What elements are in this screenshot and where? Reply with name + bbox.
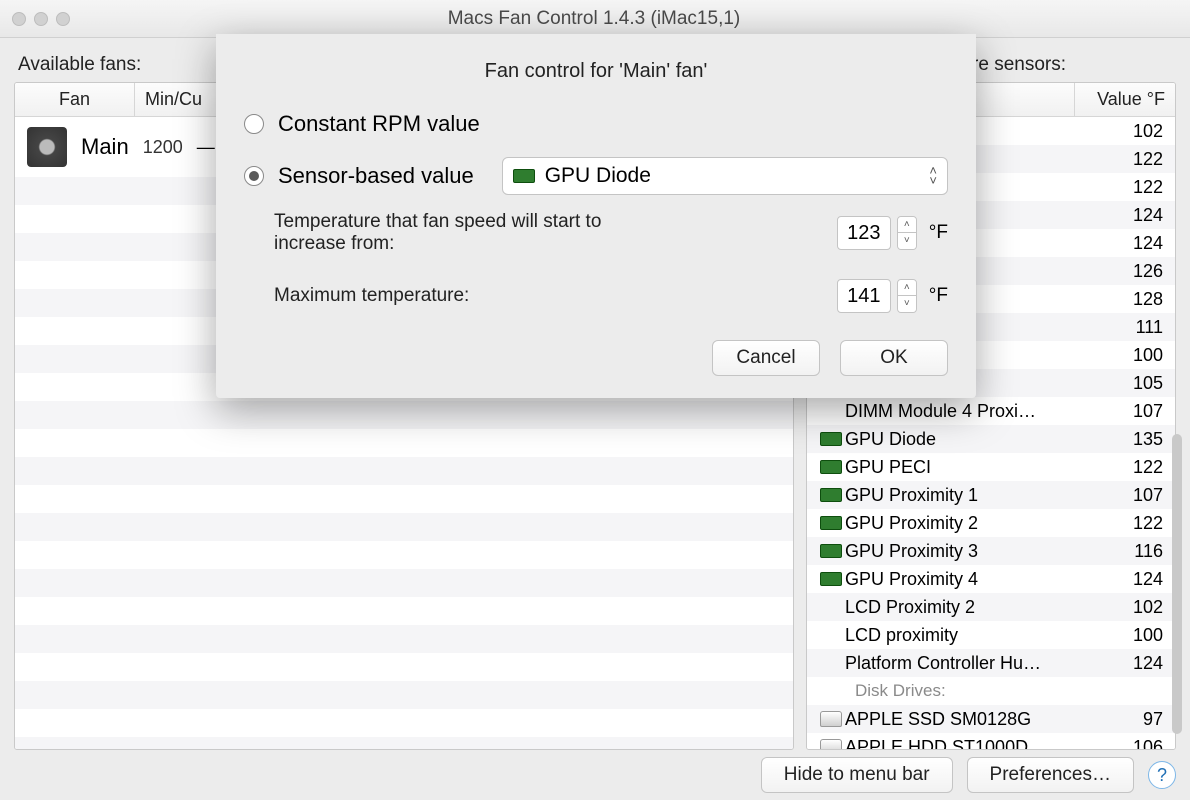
sensor-value: 105 xyxy=(1095,373,1165,394)
sensor-name: GPU Diode xyxy=(845,429,1095,450)
sensor-row[interactable]: DIMM Module 4 Proxi…107 xyxy=(807,397,1175,425)
sensor-name: APPLE HDD ST1000D xyxy=(845,737,1095,750)
start-temp-stepper[interactable]: ˄ ˅ xyxy=(897,216,917,250)
ok-button[interactable]: OK xyxy=(840,340,948,376)
fan-min-rpm: 1200 xyxy=(143,137,183,158)
sensor-value: 107 xyxy=(1095,401,1165,422)
sensor-value: 135 xyxy=(1095,429,1165,450)
sensor-row[interactable]: APPLE SSD SM0128G97 xyxy=(807,705,1175,733)
cancel-button[interactable]: Cancel xyxy=(712,340,820,376)
unit-label: °F xyxy=(929,222,948,244)
window-controls xyxy=(12,12,70,26)
minimize-window-icon[interactable] xyxy=(34,12,48,26)
window-title: Macs Fan Control 1.4.3 (iMac15,1) xyxy=(70,8,1118,30)
bottom-bar: Hide to menu bar Preferences… ? xyxy=(0,750,1190,800)
sensor-value: 107 xyxy=(1095,485,1165,506)
sensors-scrollbar[interactable] xyxy=(1170,434,1184,764)
start-temp-input[interactable] xyxy=(837,216,891,250)
sheet-title: Fan control for 'Main' fan' xyxy=(244,60,948,83)
sensor-row[interactable]: GPU Diode135 xyxy=(807,425,1175,453)
sensor-value: 126 xyxy=(1095,261,1165,282)
fan-column-header[interactable]: Fan xyxy=(15,83,135,116)
fan-icon xyxy=(27,127,67,167)
sensor-row[interactable]: GPU Proximity 3116 xyxy=(807,537,1175,565)
sensor-name: GPU Proximity 2 xyxy=(845,513,1095,534)
max-temp-input[interactable] xyxy=(837,279,891,313)
sensor-value: 124 xyxy=(1095,233,1165,254)
gpu-chip-icon xyxy=(820,488,842,502)
sensor-row[interactable]: LCD Proximity 2102 xyxy=(807,593,1175,621)
sensor-row[interactable]: GPU Proximity 4124 xyxy=(807,565,1175,593)
max-temp-stepper[interactable]: ˄ ˅ xyxy=(897,279,917,313)
sensor-name: LCD proximity xyxy=(845,625,1095,646)
fan-control-sheet: Fan control for 'Main' fan' Constant RPM… xyxy=(216,34,976,398)
titlebar: Macs Fan Control 1.4.3 (iMac15,1) xyxy=(0,0,1190,38)
sensor-name: GPU Proximity 3 xyxy=(845,541,1095,562)
fan-name: Main xyxy=(81,134,129,160)
sensor-row[interactable]: GPU PECI122 xyxy=(807,453,1175,481)
radio-unchecked-icon[interactable] xyxy=(244,114,264,134)
sensor-value: 111 xyxy=(1095,317,1165,338)
help-button[interactable]: ? xyxy=(1148,761,1176,789)
radio-checked-icon[interactable] xyxy=(244,166,264,186)
gpu-chip-icon xyxy=(513,169,535,183)
sensor-select-value: GPU Diode xyxy=(545,164,651,188)
constant-rpm-option[interactable]: Constant RPM value xyxy=(244,111,948,137)
sensor-based-option[interactable]: Sensor-based value GPU Diode ˄˅ xyxy=(244,157,948,195)
sensor-row[interactable]: GPU Proximity 1107 xyxy=(807,481,1175,509)
stepper-up-icon[interactable]: ˄ xyxy=(898,280,916,296)
stepper-up-icon[interactable]: ˄ xyxy=(898,217,916,233)
disk-icon xyxy=(820,739,842,749)
sensor-value: 124 xyxy=(1095,205,1165,226)
sensor-name: GPU PECI xyxy=(845,457,1095,478)
sensor-select[interactable]: GPU Diode ˄˅ xyxy=(502,157,948,195)
sensor-name: APPLE SSD SM0128G xyxy=(845,709,1095,730)
gpu-chip-icon xyxy=(820,572,842,586)
constant-rpm-label: Constant RPM value xyxy=(278,111,480,137)
sensor-row[interactable]: LCD proximity100 xyxy=(807,621,1175,649)
gpu-chip-icon xyxy=(820,460,842,474)
sensor-value: 122 xyxy=(1095,457,1165,478)
sensor-name: GPU Proximity 4 xyxy=(845,569,1095,590)
preferences-button[interactable]: Preferences… xyxy=(967,757,1134,793)
sensor-row[interactable]: Platform Controller Hu…124 xyxy=(807,649,1175,677)
sensor-name: GPU Proximity 1 xyxy=(845,485,1095,506)
sensor-name: DIMM Module 4 Proxi… xyxy=(845,401,1095,422)
sensor-value: 122 xyxy=(1095,149,1165,170)
sensor-value: 97 xyxy=(1095,709,1165,730)
unit-label: °F xyxy=(929,285,948,307)
sensor-value: 122 xyxy=(1095,513,1165,534)
start-temp-label: Temperature that fan speed will start to… xyxy=(274,211,614,255)
gpu-chip-icon xyxy=(820,516,842,530)
sensor-row[interactable]: GPU Proximity 2122 xyxy=(807,509,1175,537)
dash-icon: — xyxy=(197,137,215,158)
sensor-value: 128 xyxy=(1095,289,1165,310)
sensor-value: 100 xyxy=(1095,625,1165,646)
sensor-value: 100 xyxy=(1095,345,1165,366)
sensor-value: 122 xyxy=(1095,177,1165,198)
stepper-down-icon[interactable]: ˅ xyxy=(898,296,916,312)
disk-group-label: Disk Drives: xyxy=(817,681,946,701)
sensor-value: 106 xyxy=(1095,737,1165,750)
sensor-value: 102 xyxy=(1095,597,1165,618)
zoom-window-icon[interactable] xyxy=(56,12,70,26)
sensor-value: 102 xyxy=(1095,121,1165,142)
sensor-value: 116 xyxy=(1095,541,1165,562)
max-temp-label: Maximum temperature: xyxy=(274,285,469,307)
gpu-chip-icon xyxy=(820,432,842,446)
sensor-name: LCD Proximity 2 xyxy=(845,597,1095,618)
sensor-row[interactable]: APPLE HDD ST1000D106 xyxy=(807,733,1175,749)
close-window-icon[interactable] xyxy=(12,12,26,26)
gpu-chip-icon xyxy=(820,544,842,558)
sensor-value: 124 xyxy=(1095,653,1165,674)
sensor-value: 124 xyxy=(1095,569,1165,590)
sensor-based-label: Sensor-based value xyxy=(278,163,474,189)
sensor-name: Platform Controller Hu… xyxy=(845,653,1095,674)
stepper-down-icon[interactable]: ˅ xyxy=(898,233,916,249)
disk-icon xyxy=(820,711,842,727)
value-column-header[interactable]: Value °F xyxy=(1075,83,1175,116)
hide-to-menu-bar-button[interactable]: Hide to menu bar xyxy=(761,757,953,793)
select-caret-icon: ˄˅ xyxy=(929,166,937,186)
